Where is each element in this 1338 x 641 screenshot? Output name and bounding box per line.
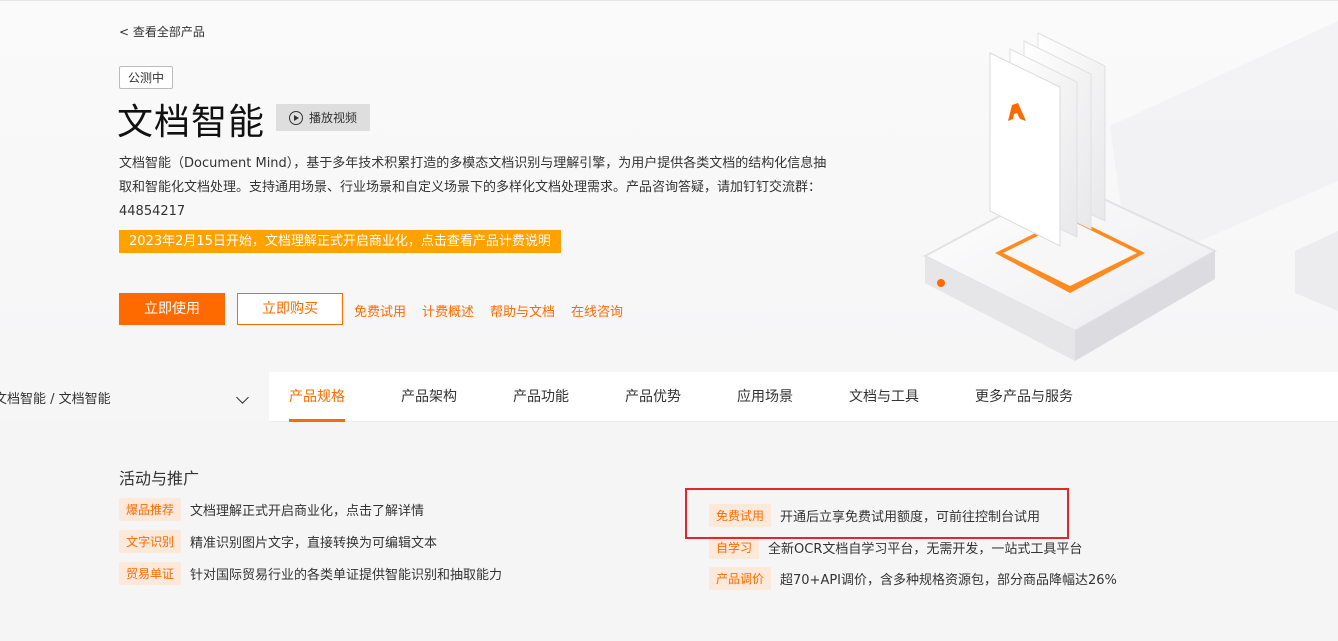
play-video-button[interactable]: 播放视频 xyxy=(276,104,370,131)
promo-tag: 自学习 xyxy=(709,536,760,559)
promo-tag: 免费试用 xyxy=(709,504,772,527)
promo-text: 超70+API调价，含多种规格资源包，部分商品降幅达26% xyxy=(780,573,1117,588)
tab-architecture[interactable]: 产品架构 xyxy=(401,372,457,422)
product-hero: < 查看全部产品 公测中 文档智能 播放视频 文档智能（Document Min… xyxy=(0,0,1338,372)
promo-item[interactable]: 自学习 全新OCR文档自学习平台，无需开发，一站式工具平台 xyxy=(709,536,1082,559)
tab-scenarios[interactable]: 应用场景 xyxy=(737,372,793,422)
back-to-all-products-link[interactable]: < 查看全部产品 xyxy=(119,23,205,40)
chevron-down-icon xyxy=(236,391,249,404)
promo-tag: 文字识别 xyxy=(119,530,182,553)
tab-features[interactable]: 产品功能 xyxy=(513,372,569,422)
breadcrumb: 文档智能 / 文档智能 xyxy=(0,391,111,407)
beta-badge: 公测中 xyxy=(119,66,174,89)
promo-item[interactable]: 产品调价 超70+API调价，含多种规格资源包，部分商品降幅达26% xyxy=(709,567,1117,590)
play-icon xyxy=(288,110,303,125)
tab-docs-tools[interactable]: 文档与工具 xyxy=(849,372,919,422)
product-description: 文档智能（Document Mind），基于多年技术积累打造的多模态文档识别与理… xyxy=(119,156,827,219)
tab-specs[interactable]: 产品规格 xyxy=(289,372,345,422)
use-now-button[interactable]: 立即使用 xyxy=(119,293,225,325)
online-consult-link[interactable]: 在线咨询 xyxy=(571,301,623,320)
promo-item[interactable]: 免费试用 开通后立享免费试用额度，可前往控制台试用 xyxy=(709,504,1040,527)
promo-item[interactable]: 文字识别 精准识别图片文字，直接转换为可编辑文本 xyxy=(119,530,437,553)
help-docs-link[interactable]: 帮助与文档 xyxy=(490,301,555,320)
play-video-label: 播放视频 xyxy=(308,111,357,125)
tab-bar: 产品规格 产品架构 产品功能 产品优势 应用场景 文档与工具 更多产品与服务 xyxy=(289,372,1129,422)
hero-links: 免费试用 计费概述 帮助与文档 在线咨询 xyxy=(354,301,623,320)
promo-item[interactable]: 爆品推荐 文档理解正式开启商业化，点击了解详情 xyxy=(119,498,424,521)
promo-item[interactable]: 贸易单证 针对国际贸易行业的各类单证提供智能识别和抽取能力 xyxy=(119,562,502,585)
tab-advantages[interactable]: 产品优势 xyxy=(625,372,681,422)
promo-text: 全新OCR文档自学习平台，无需开发，一站式工具平台 xyxy=(768,542,1083,557)
free-trial-link[interactable]: 免费试用 xyxy=(354,301,406,320)
buy-now-button[interactable]: 立即购买 xyxy=(237,293,343,325)
promo-text: 精准识别图片文字，直接转换为可编辑文本 xyxy=(190,536,438,551)
document-illustration xyxy=(922,21,1338,361)
promotions-title: 活动与推广 xyxy=(119,469,200,488)
promo-tag: 贸易单证 xyxy=(119,562,182,585)
pricing-notice-banner[interactable]: 2023年2月15日开始，文档理解正式开启商业化，点击查看产品计费说明 xyxy=(119,230,561,253)
page-title: 文档智能 xyxy=(117,102,266,143)
promo-text: 开通后立享免费试用额度，可前往控制台试用 xyxy=(780,510,1041,525)
tab-more-services[interactable]: 更多产品与服务 xyxy=(975,372,1073,422)
product-breadcrumb-selector[interactable]: 文档智能 / 文档智能 xyxy=(0,372,269,422)
promo-text: 文档理解正式开启商业化，点击了解详情 xyxy=(190,504,425,519)
promo-tag: 产品调价 xyxy=(709,567,772,590)
promo-tag: 爆品推荐 xyxy=(119,498,182,521)
product-nav-bar: 文档智能 / 文档智能 产品规格 产品架构 产品功能 产品优势 应用场景 文档与… xyxy=(0,372,1338,422)
promo-text: 针对国际贸易行业的各类单证提供智能识别和抽取能力 xyxy=(190,568,503,583)
pricing-overview-link[interactable]: 计费概述 xyxy=(422,301,474,320)
